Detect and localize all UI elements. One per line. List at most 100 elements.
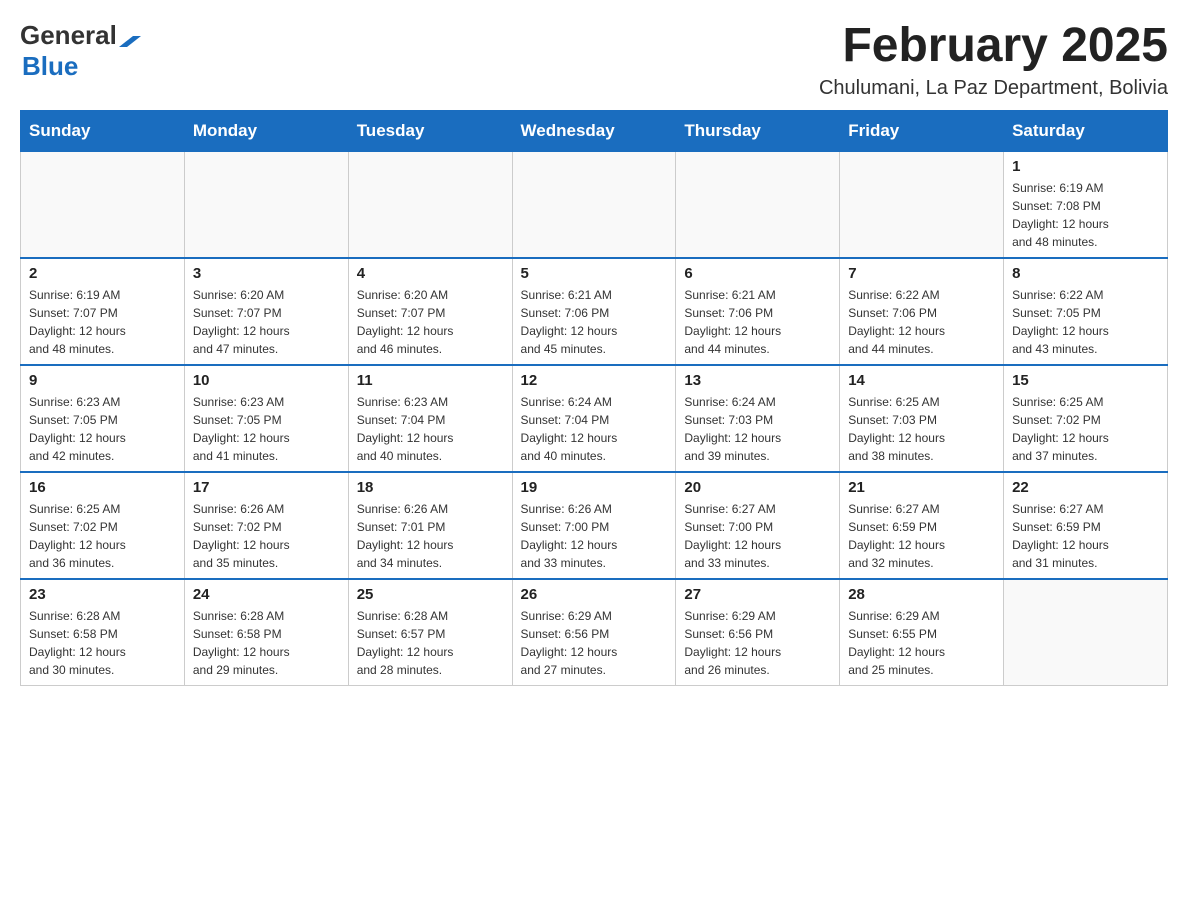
- day-number: 12: [521, 372, 668, 389]
- day-info: Sunrise: 6:28 AM Sunset: 6:58 PM Dayligh…: [29, 607, 176, 679]
- day-number: 11: [357, 372, 504, 389]
- day-info: Sunrise: 6:23 AM Sunset: 7:05 PM Dayligh…: [29, 393, 176, 465]
- calendar-table: SundayMondayTuesdayWednesdayThursdayFrid…: [20, 110, 1168, 686]
- location-title: Chulumani, La Paz Department, Bolivia: [819, 77, 1168, 100]
- calendar-cell: [348, 151, 512, 258]
- day-number: 21: [848, 479, 995, 496]
- calendar-cell: 18 Sunrise: 6:26 AM Sunset: 7:01 PM Dayli…: [348, 472, 512, 579]
- day-number: 15: [1012, 372, 1159, 389]
- month-title: February 2025: [819, 20, 1168, 73]
- calendar-cell: 15 Sunrise: 6:25 AM Sunset: 7:02 PM Dayli…: [1004, 365, 1168, 472]
- day-info: Sunrise: 6:25 AM Sunset: 7:02 PM Dayligh…: [29, 500, 176, 572]
- day-number: 26: [521, 586, 668, 603]
- calendar-cell: 16 Sunrise: 6:25 AM Sunset: 7:02 PM Dayli…: [21, 472, 185, 579]
- calendar-cell: 7 Sunrise: 6:22 AM Sunset: 7:06 PM Daylig…: [840, 258, 1004, 365]
- day-number: 10: [193, 372, 340, 389]
- calendar-cell: [21, 151, 185, 258]
- calendar-cell: 24Sunrise: 6:28 AM Sunset: 6:58 PM Dayli…: [184, 579, 348, 686]
- calendar-cell: 25 Sunrise: 6:28 AM Sunset: 6:57 PM Dayli…: [348, 579, 512, 686]
- day-number: 16: [29, 479, 176, 496]
- calendar-week-row: 16 Sunrise: 6:25 AM Sunset: 7:02 PM Dayli…: [21, 472, 1168, 579]
- day-number: 7: [848, 265, 995, 282]
- day-header-wednesday: Wednesday: [512, 110, 676, 151]
- day-header-monday: Monday: [184, 110, 348, 151]
- day-header-sunday: Sunday: [21, 110, 185, 151]
- calendar-cell: 5Sunrise: 6:21 AM Sunset: 7:06 PM Daylig…: [512, 258, 676, 365]
- day-number: 27: [684, 586, 831, 603]
- day-number: 6: [684, 265, 831, 282]
- calendar-cell: 17 Sunrise: 6:26 AM Sunset: 7:02 PM Dayli…: [184, 472, 348, 579]
- calendar-week-row: 2 Sunrise: 6:19 AM Sunset: 7:07 PM Daylig…: [21, 258, 1168, 365]
- calendar-week-row: 1 Sunrise: 6:19 AM Sunset: 7:08 PM Daylig…: [21, 151, 1168, 258]
- day-number: 20: [684, 479, 831, 496]
- day-info: Sunrise: 6:29 AM Sunset: 6:56 PM Dayligh…: [684, 607, 831, 679]
- day-number: 17: [193, 479, 340, 496]
- day-info: Sunrise: 6:25 AM Sunset: 7:03 PM Dayligh…: [848, 393, 995, 465]
- day-info: Sunrise: 6:20 AM Sunset: 7:07 PM Dayligh…: [357, 286, 504, 358]
- day-header-friday: Friday: [840, 110, 1004, 151]
- calendar-cell: [840, 151, 1004, 258]
- day-number: 2: [29, 265, 176, 282]
- day-info: Sunrise: 6:21 AM Sunset: 7:06 PM Dayligh…: [684, 286, 831, 358]
- day-info: Sunrise: 6:19 AM Sunset: 7:08 PM Dayligh…: [1012, 179, 1159, 251]
- page-header: General Blue February 2025 Chulumani, La…: [20, 20, 1168, 100]
- day-info: Sunrise: 6:26 AM Sunset: 7:00 PM Dayligh…: [521, 500, 668, 572]
- day-info: Sunrise: 6:19 AM Sunset: 7:07 PM Dayligh…: [29, 286, 176, 358]
- day-info: Sunrise: 6:29 AM Sunset: 6:55 PM Dayligh…: [848, 607, 995, 679]
- day-info: Sunrise: 6:22 AM Sunset: 7:06 PM Dayligh…: [848, 286, 995, 358]
- calendar-cell: 11 Sunrise: 6:23 AM Sunset: 7:04 PM Dayli…: [348, 365, 512, 472]
- day-info: Sunrise: 6:28 AM Sunset: 6:58 PM Dayligh…: [193, 607, 340, 679]
- calendar-cell: 2 Sunrise: 6:19 AM Sunset: 7:07 PM Daylig…: [21, 258, 185, 365]
- day-info: Sunrise: 6:25 AM Sunset: 7:02 PM Dayligh…: [1012, 393, 1159, 465]
- calendar-cell: 20Sunrise: 6:27 AM Sunset: 7:00 PM Dayli…: [676, 472, 840, 579]
- calendar-cell: 6 Sunrise: 6:21 AM Sunset: 7:06 PM Daylig…: [676, 258, 840, 365]
- calendar-cell: 21 Sunrise: 6:27 AM Sunset: 6:59 PM Dayli…: [840, 472, 1004, 579]
- day-number: 13: [684, 372, 831, 389]
- day-info: Sunrise: 6:24 AM Sunset: 7:04 PM Dayligh…: [521, 393, 668, 465]
- day-header-tuesday: Tuesday: [348, 110, 512, 151]
- day-info: Sunrise: 6:20 AM Sunset: 7:07 PM Dayligh…: [193, 286, 340, 358]
- calendar-cell: 9Sunrise: 6:23 AM Sunset: 7:05 PM Daylig…: [21, 365, 185, 472]
- calendar-cell: 23 Sunrise: 6:28 AM Sunset: 6:58 PM Dayli…: [21, 579, 185, 686]
- calendar-cell: [676, 151, 840, 258]
- day-number: 25: [357, 586, 504, 603]
- calendar-cell: 13Sunrise: 6:24 AM Sunset: 7:03 PM Dayli…: [676, 365, 840, 472]
- calendar-cell: [1004, 579, 1168, 686]
- calendar-cell: 14Sunrise: 6:25 AM Sunset: 7:03 PM Dayli…: [840, 365, 1004, 472]
- day-info: Sunrise: 6:22 AM Sunset: 7:05 PM Dayligh…: [1012, 286, 1159, 358]
- calendar-cell: 27 Sunrise: 6:29 AM Sunset: 6:56 PM Dayli…: [676, 579, 840, 686]
- day-header-saturday: Saturday: [1004, 110, 1168, 151]
- day-number: 1: [1012, 158, 1159, 175]
- day-info: Sunrise: 6:27 AM Sunset: 6:59 PM Dayligh…: [848, 500, 995, 572]
- calendar-cell: 1 Sunrise: 6:19 AM Sunset: 7:08 PM Daylig…: [1004, 151, 1168, 258]
- day-number: 28: [848, 586, 995, 603]
- day-number: 23: [29, 586, 176, 603]
- calendar-cell: 8 Sunrise: 6:22 AM Sunset: 7:05 PM Daylig…: [1004, 258, 1168, 365]
- day-info: Sunrise: 6:23 AM Sunset: 7:04 PM Dayligh…: [357, 393, 504, 465]
- day-info: Sunrise: 6:29 AM Sunset: 6:56 PM Dayligh…: [521, 607, 668, 679]
- day-info: Sunrise: 6:28 AM Sunset: 6:57 PM Dayligh…: [357, 607, 504, 679]
- calendar-week-row: 23 Sunrise: 6:28 AM Sunset: 6:58 PM Dayli…: [21, 579, 1168, 686]
- calendar-cell: [512, 151, 676, 258]
- day-info: Sunrise: 6:23 AM Sunset: 7:05 PM Dayligh…: [193, 393, 340, 465]
- day-number: 22: [1012, 479, 1159, 496]
- day-number: 3: [193, 265, 340, 282]
- calendar-cell: 22 Sunrise: 6:27 AM Sunset: 6:59 PM Dayli…: [1004, 472, 1168, 579]
- day-number: 18: [357, 479, 504, 496]
- day-number: 19: [521, 479, 668, 496]
- title-block: February 2025 Chulumani, La Paz Departme…: [819, 20, 1168, 100]
- calendar-week-row: 9Sunrise: 6:23 AM Sunset: 7:05 PM Daylig…: [21, 365, 1168, 472]
- logo-blue-text: Blue: [22, 51, 78, 82]
- day-header-thursday: Thursday: [676, 110, 840, 151]
- day-info: Sunrise: 6:27 AM Sunset: 6:59 PM Dayligh…: [1012, 500, 1159, 572]
- calendar-header-row: SundayMondayTuesdayWednesdayThursdayFrid…: [21, 110, 1168, 151]
- calendar-cell: 10 Sunrise: 6:23 AM Sunset: 7:05 PM Dayli…: [184, 365, 348, 472]
- logo-general-text: General: [20, 20, 117, 51]
- day-number: 8: [1012, 265, 1159, 282]
- calendar-cell: 19 Sunrise: 6:26 AM Sunset: 7:00 PM Dayli…: [512, 472, 676, 579]
- day-info: Sunrise: 6:26 AM Sunset: 7:01 PM Dayligh…: [357, 500, 504, 572]
- calendar-cell: [184, 151, 348, 258]
- logo: General Blue: [20, 20, 141, 82]
- day-info: Sunrise: 6:26 AM Sunset: 7:02 PM Dayligh…: [193, 500, 340, 572]
- day-info: Sunrise: 6:21 AM Sunset: 7:06 PM Dayligh…: [521, 286, 668, 358]
